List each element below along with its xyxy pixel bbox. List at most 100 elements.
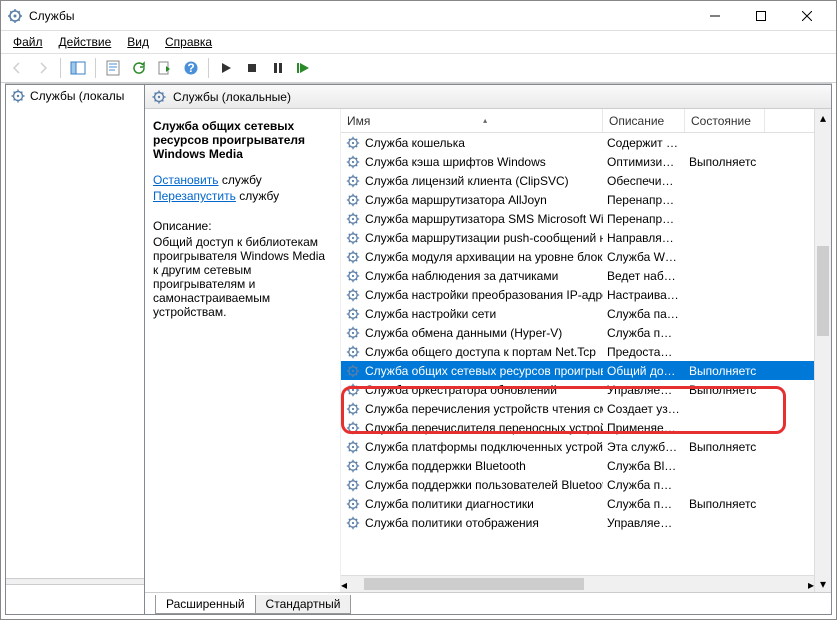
detail-pane: Служба общих сетевых ресурсов проигрыват… [145,109,341,592]
service-row[interactable]: Служба поддержки пользователей Bluetooth… [341,475,814,494]
service-desc: Содержит … [603,136,685,150]
service-desc: Применяе… [603,421,685,435]
service-desc: Настраива… [603,288,685,302]
service-desc: Предоста… [603,345,685,359]
pause-service-button[interactable] [266,56,290,80]
menu-file[interactable]: Файл [5,33,51,51]
export-button[interactable] [153,56,177,80]
service-desc: Оптимизи… [603,155,685,169]
show-hide-button[interactable] [66,56,90,80]
service-row[interactable]: Служба политики отображения Управляе… [341,513,814,532]
tree-root-label: Службы (локалы [30,89,124,103]
gear-icon [345,192,361,208]
v-scrollbar[interactable]: ▴ ▾ [814,109,831,592]
v-scrollbar-thumb[interactable] [817,246,829,336]
service-name: Служба перечисления устройств чтения сма… [365,402,603,416]
gear-icon [10,88,26,104]
column-name[interactable]: Имя ▴ [341,109,603,132]
stop-service-link[interactable]: Остановить [153,173,219,187]
service-name: Служба кэша шрифтов Windows [365,155,546,169]
scroll-down-icon[interactable]: ▾ [815,575,831,592]
service-row[interactable]: Служба обмена данными (Hyper-V)Служба п… [341,323,814,342]
service-name: Служба политики отображения [365,516,539,530]
tab-extended[interactable]: Расширенный [155,595,256,614]
app-icon [7,8,23,24]
service-row[interactable]: Служба настройки сетиСлужба па… [341,304,814,323]
service-name: Служба платформы подключенных устройств [365,440,603,454]
restart-service-button[interactable] [292,56,316,80]
service-name: Служба настройки преобразования IP-адрес… [365,288,603,302]
service-desc: Служба па… [603,307,685,321]
service-row[interactable]: Служба кошелька Содержит … [341,133,814,152]
toolbar: ? [1,53,836,83]
service-state: Выполняетс [685,440,765,454]
h-scrollbar-thumb[interactable] [364,578,584,590]
menu-view[interactable]: Вид [119,33,157,51]
service-name: Служба общего доступа к портам Net.Tcp [365,345,596,359]
service-row[interactable]: Служба перечислителя переносных устройст… [341,418,814,437]
service-row[interactable]: Служба настройки преобразования IP-адрес… [341,285,814,304]
service-row[interactable]: Служба оркестратора обновленийУправляе…В… [341,380,814,399]
tree-root-services[interactable]: Службы (локалы [6,85,144,107]
gear-icon [345,325,361,341]
help-button[interactable]: ? [179,56,203,80]
menu-action[interactable]: Действие [51,33,120,51]
service-state: Выполняетс [685,155,765,169]
column-state[interactable]: Состояние [685,109,765,132]
service-name: Служба поддержки Bluetooth [365,459,526,473]
minimize-button[interactable] [692,1,738,31]
scroll-left-icon[interactable]: ◂ [341,576,347,592]
service-desc: Перенапр… [603,212,685,226]
gear-icon [345,344,361,360]
service-row[interactable]: Служба маршрутизатора AllJoynПеренапр… [341,190,814,209]
column-desc[interactable]: Описание [603,109,685,132]
close-button[interactable] [784,1,830,31]
gear-icon [345,458,361,474]
service-row[interactable]: Служба модуля архивации на уровне блоков… [341,247,814,266]
gear-icon [345,496,361,512]
service-name: Служба кошелька [365,136,465,150]
restart-service-link[interactable]: Перезапустить [153,189,236,203]
start-service-button[interactable] [214,56,238,80]
gear-icon [345,306,361,322]
back-button [5,56,29,80]
scroll-up-icon[interactable]: ▴ [815,109,831,126]
detail-service-name: Служба общих сетевых ресурсов проигрыват… [153,119,332,161]
gear-icon [345,363,361,379]
service-row[interactable]: Служба кэша шрифтов Windows Оптимизи…Выпо… [341,152,814,171]
gear-icon [345,287,361,303]
gear-icon [345,249,361,265]
service-row[interactable]: Служба общих сетевых ресурсов проигрыват… [341,361,814,380]
service-state: Выполняетс [685,364,765,378]
service-desc: Ведет наб… [603,269,685,283]
service-row[interactable]: Служба маршрутизации push-сообщений на …… [341,228,814,247]
service-row[interactable]: Служба лицензий клиента (ClipSVC)Обеспеч… [341,171,814,190]
gear-icon [345,173,361,189]
service-row[interactable]: Служба общего доступа к портам Net.Tcp Пр… [341,342,814,361]
service-row[interactable]: Служба перечисления устройств чтения сма… [341,399,814,418]
tab-standard[interactable]: Стандартный [255,595,352,614]
service-row[interactable]: Служба поддержки BluetoothСлужба Bl… [341,456,814,475]
scroll-right-icon[interactable]: ▸ [808,576,814,592]
list-pane: Имя ▴ Описание Состояние Служба кошелька… [341,109,831,592]
refresh-button[interactable] [127,56,151,80]
service-desc: Эта служб… [603,440,685,454]
service-row[interactable]: Служба маршрутизатора SMS Microsoft Wind… [341,209,814,228]
maximize-button[interactable] [738,1,784,31]
titlebar: Службы [1,1,836,31]
workspace: Службы (локалы Службы (локальные) Служба… [5,83,832,615]
service-name: Служба маршрутизатора SMS Microsoft Wind… [365,212,603,226]
list-header: Имя ▴ Описание Состояние [341,109,814,133]
gear-icon [345,439,361,455]
h-scrollbar[interactable]: ◂ ▸ [341,575,814,592]
service-row[interactable]: Служба политики диагностикиСлужба п…Выпо… [341,494,814,513]
stop-service-button[interactable] [240,56,264,80]
service-desc: Управляе… [603,516,685,530]
service-desc: Направля… [603,231,685,245]
service-desc: Создает уз… [603,402,685,416]
service-row[interactable]: Служба наблюдения за датчикамиВедет наб… [341,266,814,285]
service-row[interactable]: Служба платформы подключенных устройствЭ… [341,437,814,456]
properties-button[interactable] [101,56,125,80]
svg-text:?: ? [187,61,194,75]
menu-help[interactable]: Справка [157,33,220,51]
